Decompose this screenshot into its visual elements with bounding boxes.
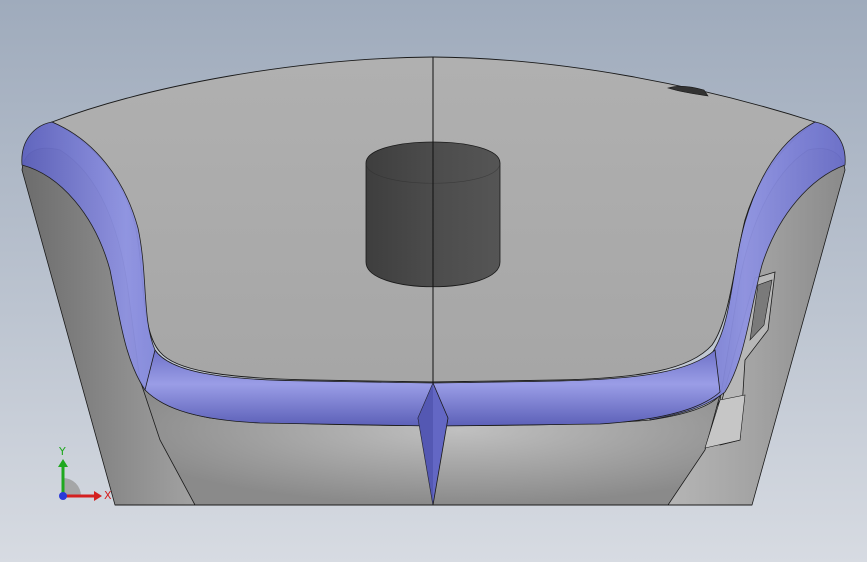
graphics-viewport[interactable]: X Y [0, 0, 867, 562]
orientation-triad: X Y [58, 445, 112, 502]
triad-y-arrow [58, 459, 68, 467]
model-view[interactable] [0, 0, 867, 562]
triad-z-origin [59, 492, 67, 500]
triad-x-arrow [94, 491, 102, 501]
triad-y-label: Y [58, 445, 66, 458]
triad-x-label: X [104, 489, 112, 502]
